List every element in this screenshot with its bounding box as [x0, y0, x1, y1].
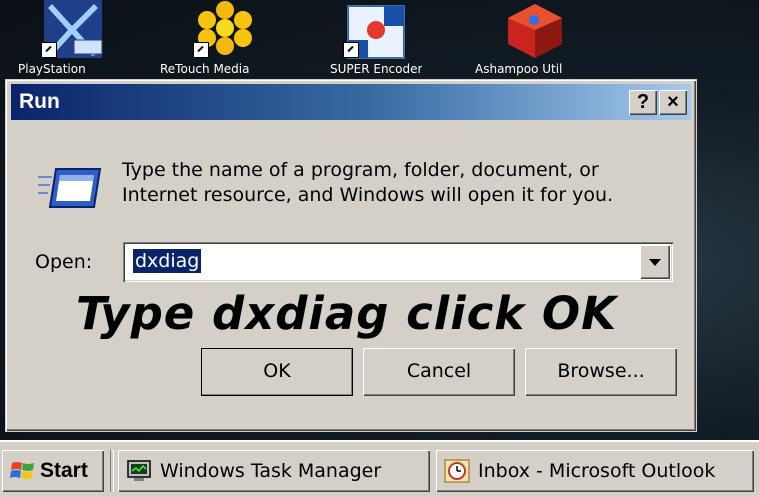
run-icon: [38, 163, 102, 213]
chevron-down-icon[interactable]: [640, 245, 670, 279]
run-prompt-text: Type the name of a program, folder, docu…: [122, 159, 614, 206]
taskbar-item-outlook[interactable]: Inbox - Microsoft Outlook: [436, 450, 754, 492]
open-label: Open:: [35, 251, 93, 273]
shortcut-arrow-icon: [41, 42, 57, 58]
cube-app-icon: [508, 4, 562, 58]
taskbar-item-task-manager[interactable]: Windows Task Manager: [118, 450, 430, 492]
ok-button[interactable]: OK: [201, 348, 353, 396]
browse-button[interactable]: Browse...: [525, 348, 677, 396]
open-combobox[interactable]: dxdiag: [123, 242, 673, 282]
shortcut-arrow-icon: [193, 42, 209, 58]
desktop-shortcut-4[interactable]: Ashampoo Util: [475, 0, 570, 76]
close-button[interactable]: ×: [659, 90, 687, 115]
taskbar-item-label: Windows Task Manager: [160, 460, 382, 482]
desktop-label: PlayStation: [18, 62, 86, 76]
cancel-button[interactable]: Cancel: [363, 348, 515, 396]
desktop-label: SUPER Encoder: [330, 62, 423, 76]
instruction-overlay: Type dxdiag click OK: [76, 287, 618, 340]
task-manager-icon: [127, 460, 151, 481]
taskbar: Start Windows Task Manager Inbox - Micro…: [0, 440, 759, 497]
desktop-shortcut-1[interactable]: PlayStation: [18, 0, 108, 76]
desktop-label: ReTouch Media: [160, 62, 250, 76]
desktop-shortcut-3[interactable]: SUPER Encoder: [330, 0, 422, 76]
shortcut-arrow-icon: [343, 42, 359, 58]
taskbar-item-label: Inbox - Microsoft Outlook: [478, 460, 716, 482]
start-button[interactable]: Start: [2, 450, 104, 492]
run-dialog: Run ? × Type the name of a program, fold…: [5, 79, 697, 432]
taskbar-separator: [110, 450, 114, 492]
dialog-title: Run: [19, 90, 60, 113]
open-input[interactable]: dxdiag: [133, 249, 202, 273]
start-label: Start: [40, 459, 88, 482]
dialog-titlebar[interactable]: Run ? ×: [11, 84, 691, 120]
windows-logo-icon: [10, 462, 34, 479]
outlook-icon: [444, 459, 470, 483]
desktop-label: Ashampoo Util: [475, 62, 563, 76]
help-button[interactable]: ?: [629, 90, 657, 115]
desktop-shortcut-2[interactable]: ReTouch Media: [160, 0, 260, 76]
